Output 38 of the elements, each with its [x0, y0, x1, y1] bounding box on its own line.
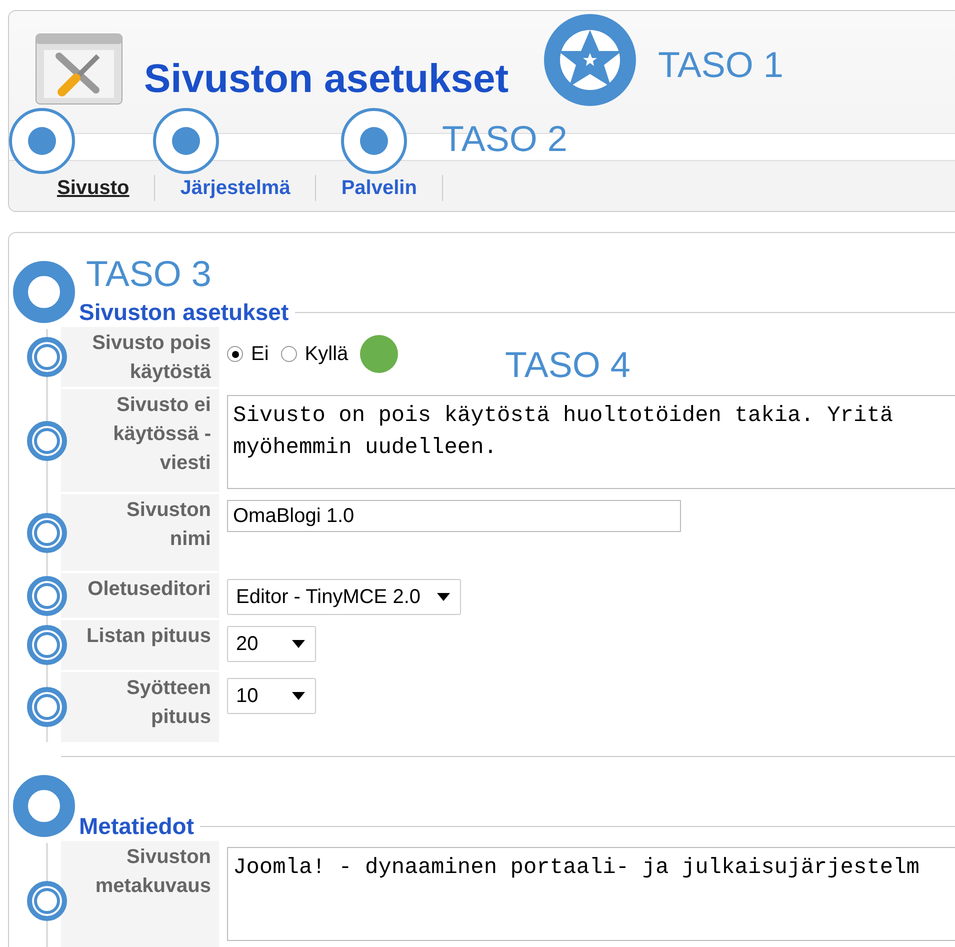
select-dropdown[interactable]: 20 [227, 626, 316, 662]
text-input-field[interactable]: OmaBlogi 1.0 [227, 500, 681, 532]
caret-icon [292, 692, 305, 700]
field-label: Sivuston metakuvaus [61, 841, 219, 947]
textarea-field[interactable]: Sivusto on pois käytöstä huoltotöiden takia. Yritä myöhemmin uudelleen. [227, 395, 955, 489]
radio-button[interactable] [227, 346, 243, 362]
annotation-ring-icon [27, 625, 67, 665]
radio-label: Kyllä [304, 342, 348, 367]
radio-button[interactable] [280, 346, 297, 362]
radio-label: Ei [251, 342, 269, 367]
field-label: Oletuseditori [61, 573, 219, 618]
annotation-ring-icon [27, 881, 67, 921]
annotation-ring-icon [27, 687, 67, 727]
field-label: Sivuston nimi [61, 494, 219, 571]
field-label: Syötteen pituus [61, 672, 219, 742]
tab[interactable]: Palvelin [338, 178, 420, 198]
tab[interactable]: Järjestelmä [177, 178, 294, 198]
page-title: Sivuston asetukset [144, 56, 509, 103]
annotation-ring-icon [27, 576, 67, 616]
annotation-ring-icon [27, 420, 67, 460]
annotation-ring-icon [27, 337, 67, 377]
tab[interactable]: Sivusto [54, 178, 132, 198]
select-dropdown[interactable]: Editor - TinyMCE 2.0 [227, 579, 461, 615]
select-dropdown[interactable]: 10 [227, 678, 316, 714]
caret-icon [436, 593, 450, 601]
field-label: Sivusto pois käytöstä [61, 327, 219, 387]
field-label: Listan pituus [61, 620, 219, 670]
field-label: Sivusto ei käytössä - viesti [61, 389, 219, 492]
annotation-label: TASO 2 [442, 117, 568, 161]
caret-icon [292, 640, 305, 648]
annotation-label: TASO 1 [658, 43, 784, 87]
section-legend: Metatiedot [79, 808, 200, 844]
section-legend: Sivuston asetukset [79, 294, 295, 330]
annotation-label: TASO 3 [86, 252, 212, 296]
star-badge-icon [544, 14, 636, 106]
annotation-label: TASO 4 [505, 343, 630, 387]
textarea-field[interactable]: Joomla! - dynaaminen portaali- ja julkaisujärjestelm [227, 847, 955, 941]
annotation-ring-icon [27, 512, 67, 552]
